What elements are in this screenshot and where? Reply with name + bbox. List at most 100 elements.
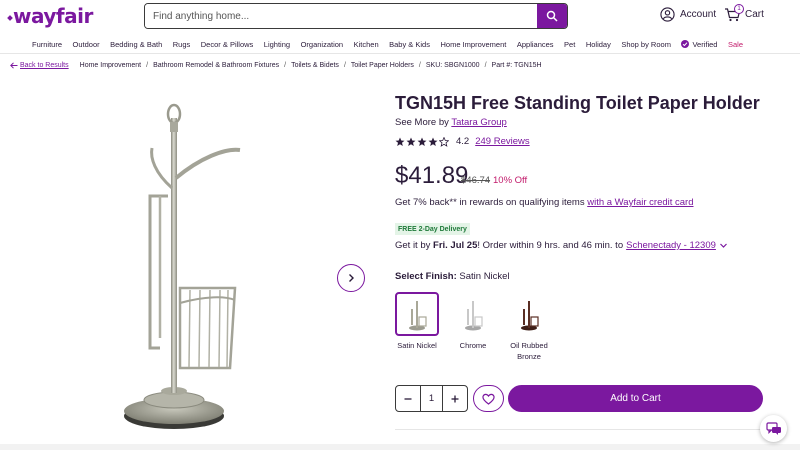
nav-item-shop-by-room[interactable]: Shop by Room bbox=[621, 40, 671, 49]
chrome-thumbnail bbox=[465, 301, 483, 331]
nav-item-verified[interactable]: Verified bbox=[681, 40, 717, 49]
delivery-prefix: Get it by bbox=[395, 240, 431, 251]
nav-item-holiday[interactable]: Holiday bbox=[586, 40, 611, 49]
heart-icon bbox=[482, 393, 495, 405]
breadcrumb-item[interactable]: Bathroom Remodel & Bathroom Fixtures bbox=[153, 62, 279, 69]
brand-link[interactable]: Tatara Group bbox=[451, 117, 506, 128]
nav-item-bedding-bath[interactable]: Bedding & Bath bbox=[110, 40, 162, 49]
verified-label: Verified bbox=[692, 39, 718, 49]
section-divider bbox=[395, 429, 763, 430]
star-full-icon bbox=[417, 137, 427, 146]
breadcrumb-separator: / bbox=[284, 62, 287, 69]
breadcrumb-separator: / bbox=[418, 62, 421, 69]
back-to-results-link[interactable]: Back to Results bbox=[10, 62, 69, 69]
product-image-gallery bbox=[0, 78, 380, 450]
arrow-left-icon bbox=[10, 62, 18, 69]
product-image bbox=[124, 103, 241, 429]
breadcrumb-separator: / bbox=[343, 62, 346, 69]
breadcrumb-part-number: Part #: TGN15H bbox=[491, 62, 542, 69]
nav-item-baby-kids[interactable]: Baby & Kids bbox=[389, 40, 430, 49]
star-full-icon bbox=[395, 137, 405, 146]
breadcrumb-separator: / bbox=[484, 62, 487, 69]
nav-item-lighting[interactable]: Lighting bbox=[264, 40, 290, 49]
satin-nickel-thumbnail bbox=[409, 301, 427, 331]
rating-value: 4.2 bbox=[456, 136, 470, 147]
delivery-date: Fri. Jul 25 bbox=[433, 240, 478, 251]
sale-price: $41.89 bbox=[395, 162, 469, 189]
wayfair-logo[interactable]: wayfair bbox=[7, 4, 93, 28]
breadcrumb-separator: / bbox=[146, 62, 149, 69]
increase-quantity-button[interactable] bbox=[443, 386, 467, 411]
breadcrumb-item[interactable]: Toilets & Bidets bbox=[291, 62, 339, 69]
finish-name-oil-rubbed-bronze: Oil Rubbed Bronze bbox=[510, 341, 548, 361]
breadcrumb-item[interactable]: Home Improvement bbox=[80, 62, 141, 69]
nav-item-kitchen[interactable]: Kitchen bbox=[354, 40, 379, 49]
nav-item-appliances[interactable]: Appliances bbox=[517, 40, 554, 49]
add-to-favorites-button[interactable] bbox=[473, 385, 504, 412]
free-delivery-badge: FREE 2-Day Delivery bbox=[395, 223, 470, 235]
see-more-prefix: See More by bbox=[395, 117, 449, 128]
star-empty-icon bbox=[439, 136, 449, 147]
finish-label-heading: Select Finish: bbox=[395, 271, 457, 282]
delivery-estimate: Get it by Fri. Jul 25! Order within 9 hr… bbox=[395, 240, 728, 251]
site-header: wayfair Account 1 Cart bbox=[0, 0, 800, 34]
nav-item-furniture[interactable]: Furniture bbox=[32, 40, 62, 49]
nav-item-home-improvement[interactable]: Home Improvement bbox=[440, 40, 506, 49]
add-to-cart-button[interactable]: Add to Cart bbox=[508, 385, 763, 412]
discount-label: 10% Off bbox=[493, 175, 528, 186]
account-button[interactable]: Account bbox=[660, 7, 716, 22]
cart-count-badge: 1 bbox=[734, 4, 744, 14]
next-image-button[interactable] bbox=[337, 264, 365, 292]
cart-button[interactable]: 1 Cart bbox=[724, 4, 764, 22]
finish-swatch-satin-nickel[interactable] bbox=[395, 292, 439, 336]
verified-badge-icon bbox=[681, 40, 690, 48]
search-icon bbox=[546, 10, 558, 22]
chevron-right-icon bbox=[349, 274, 354, 282]
decrease-quantity-button[interactable] bbox=[396, 386, 420, 411]
back-to-results-label: Back to Results bbox=[20, 62, 69, 69]
nav-item-outdoor[interactable]: Outdoor bbox=[73, 40, 100, 49]
nav-item-pet[interactable]: Pet bbox=[564, 40, 575, 49]
breadcrumb: Back to Results Home Improvement / Bathr… bbox=[10, 62, 542, 69]
logo-pin-icon bbox=[7, 14, 13, 21]
finish-selected-value: Satin Nickel bbox=[459, 271, 510, 282]
reviews-link[interactable]: 249 Reviews bbox=[475, 136, 529, 147]
breadcrumb-item[interactable]: Toilet Paper Holders bbox=[351, 62, 414, 69]
finish-swatch-chrome[interactable] bbox=[451, 292, 495, 336]
star-rating bbox=[395, 136, 449, 147]
delivery-suffix: ! Order within 9 hrs. and 46 min. to bbox=[477, 240, 624, 251]
account-icon bbox=[660, 7, 675, 22]
see-more-by: See More by Tatara Group bbox=[395, 117, 507, 128]
chat-icon bbox=[765, 421, 781, 435]
original-price: $46.74 bbox=[461, 175, 491, 186]
search-bar bbox=[144, 3, 568, 29]
search-button[interactable] bbox=[537, 4, 567, 28]
product-rating: 4.2 249 Reviews bbox=[395, 136, 530, 147]
nav-item-organization[interactable]: Organization bbox=[301, 40, 344, 49]
finish-name-satin-nickel: Satin Nickel bbox=[397, 341, 437, 350]
delivery-location-link[interactable]: Schenectady - 12309 bbox=[626, 240, 716, 251]
nav-item-rugs[interactable]: Rugs bbox=[173, 40, 191, 49]
cart-icon-wrap: 1 bbox=[724, 4, 744, 22]
quantity-stepper: 1 bbox=[395, 385, 468, 412]
finish-name-chrome: Chrome bbox=[459, 341, 487, 350]
product-title: TGN15H Free Standing Toilet Paper Holder bbox=[395, 93, 760, 113]
chat-button[interactable] bbox=[760, 415, 787, 442]
breadcrumb-sku: SKU: SBGN1000 bbox=[425, 62, 480, 69]
oil-rubbed-bronze-thumbnail bbox=[521, 301, 539, 331]
nav-item-decor-pillows[interactable]: Decor & Pillows bbox=[201, 40, 254, 49]
chevron-down-icon[interactable] bbox=[719, 241, 728, 250]
category-nav: Furniture Outdoor Bedding & Bath Rugs De… bbox=[0, 34, 800, 54]
nav-item-sale[interactable]: Sale bbox=[728, 40, 743, 49]
finish-swatch-oil-rubbed-bronze[interactable] bbox=[507, 292, 551, 336]
rewards-text: Get 7% back** in rewards on qualifying i… bbox=[395, 197, 585, 208]
logo-text: wayfair bbox=[13, 4, 93, 28]
plus-icon bbox=[451, 395, 459, 402]
star-full-icon bbox=[428, 137, 438, 146]
account-label: Account bbox=[680, 9, 717, 20]
cart-label: Cart bbox=[745, 9, 764, 20]
finish-selector-label: Select Finish: Satin Nickel bbox=[395, 271, 510, 282]
search-input[interactable] bbox=[145, 4, 539, 28]
quantity-value[interactable]: 1 bbox=[420, 386, 443, 411]
credit-card-link[interactable]: with a Wayfair credit card bbox=[587, 197, 693, 208]
